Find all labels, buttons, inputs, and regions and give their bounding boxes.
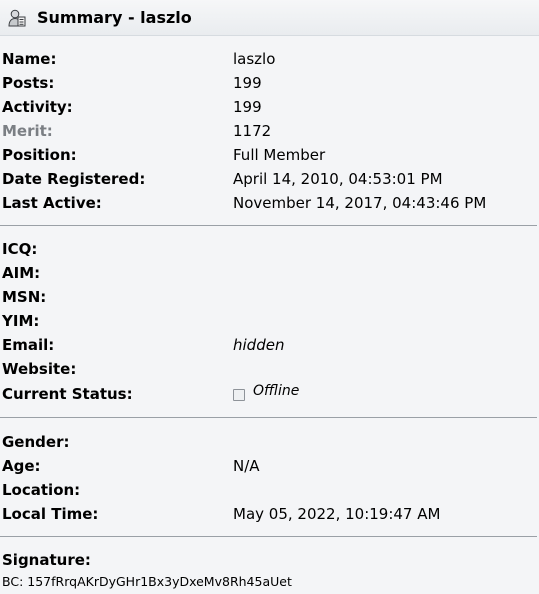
page-title: Summary - laszlo <box>37 8 192 27</box>
field-label: Posts: <box>2 74 55 92</box>
email-value: hidden <box>233 336 285 354</box>
field-value: November 14, 2017, 04:43:46 PM <box>233 194 487 212</box>
field-label: YIM: <box>2 312 40 330</box>
profile-row-location: Location: <box>0 478 539 502</box>
field-label: Position: <box>2 146 77 164</box>
profile-row-merit: Merit: 1172 <box>0 119 539 143</box>
merit-label: Merit: <box>2 122 53 140</box>
field-value: 199 <box>233 98 262 116</box>
field-value: laszlo <box>233 50 276 68</box>
profile-row-age: Age: N/A <box>0 454 539 478</box>
profile-row-current-status: Current Status: Offline <box>0 382 539 406</box>
profile-row-position: Position: Full Member <box>0 143 539 167</box>
signature-text: BC: 157fRrqAKrDyGHr1Bx3yDxeMv8Rh45aUet <box>2 574 292 589</box>
profile-row-msn: MSN: <box>0 285 539 309</box>
section-divider <box>0 225 537 226</box>
profile-row-last-active: Last Active: November 14, 2017, 04:43:46… <box>0 191 539 215</box>
section-divider <box>0 417 537 418</box>
profile-row-name: Name: laszlo <box>0 47 539 71</box>
profile-row-gender: Gender: <box>0 430 539 454</box>
signature-label: Signature: <box>2 551 91 569</box>
field-label: Gender: <box>2 433 70 451</box>
profile-row-yim: YIM: <box>0 309 539 333</box>
profile-row-icq: ICQ: <box>0 237 539 261</box>
field-label: Age: <box>2 457 41 475</box>
field-label: Local Time: <box>2 505 99 523</box>
field-value: May 05, 2022, 10:19:47 AM <box>233 505 441 523</box>
field-label: AIM: <box>2 264 41 282</box>
field-label: Current Status: <box>2 385 133 403</box>
field-label: Email: <box>2 336 55 354</box>
field-label: ICQ: <box>2 240 38 258</box>
field-value: April 14, 2010, 04:53:01 PM <box>233 170 443 188</box>
profile-summary-header: Summary - laszlo <box>0 0 539 36</box>
profile-row-activity: Activity: 199 <box>0 95 539 119</box>
field-label: Name: <box>2 50 57 68</box>
section-divider <box>0 536 537 537</box>
field-label: MSN: <box>2 288 47 306</box>
field-value: 199 <box>233 74 262 92</box>
field-value: 1172 <box>233 122 272 140</box>
status-indicator-icon <box>233 389 245 401</box>
user-profile-icon <box>8 9 26 27</box>
field-label: Date Registered: <box>2 170 146 188</box>
field-value: N/A <box>233 457 260 475</box>
field-label: Last Active: <box>2 194 102 212</box>
profile-row-posts: Posts: 199 <box>0 71 539 95</box>
field-label: Activity: <box>2 98 73 116</box>
field-value: Full Member <box>233 146 326 164</box>
profile-row-aim: AIM: <box>0 261 539 285</box>
field-label: Location: <box>2 481 81 499</box>
profile-row-date-registered: Date Registered: April 14, 2010, 04:53:0… <box>0 167 539 191</box>
field-label: Website: <box>2 360 77 378</box>
profile-row-website: Website: <box>0 357 539 381</box>
profile-row-local-time: Local Time: May 05, 2022, 10:19:47 AM <box>0 502 539 526</box>
profile-row-email: Email: hidden <box>0 333 539 357</box>
status-text: Offline <box>253 383 300 399</box>
